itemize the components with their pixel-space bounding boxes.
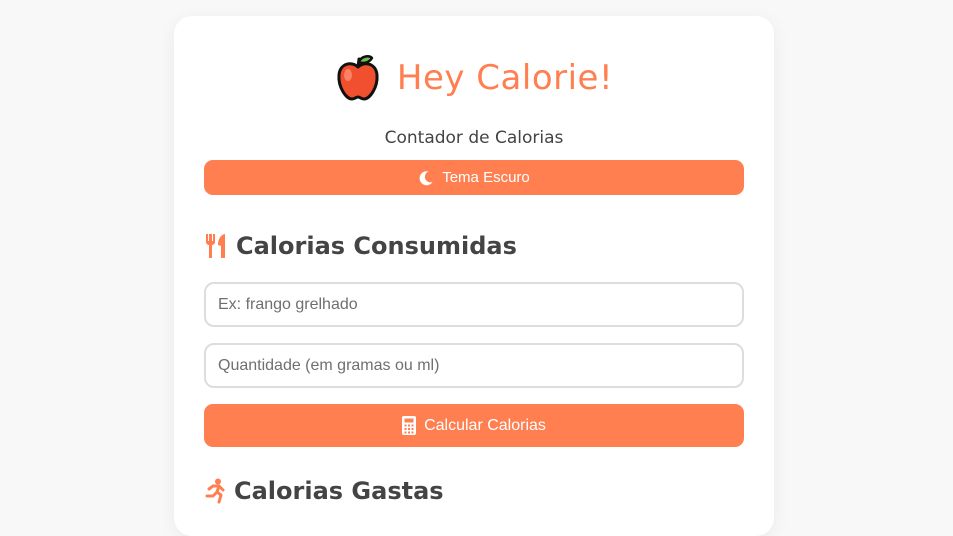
burned-section-title: Calorias Gastas (204, 476, 744, 506)
theme-toggle-button[interactable]: Tema Escuro (204, 160, 744, 195)
app-header: Hey Calorie! (204, 52, 744, 104)
app-subtitle: Contador de Calorias (384, 128, 564, 148)
theme-toggle-label: Tema Escuro (442, 169, 530, 186)
app-title: Hey Calorie! (396, 58, 614, 98)
calculate-calories-button[interactable]: Calcular Calorias (204, 404, 744, 447)
calculate-button-label: Calcular Calorias (424, 416, 546, 434)
apple-icon (335, 54, 381, 102)
consumed-section-label: Calorias Consumidas (236, 232, 517, 260)
fork-knife-icon (204, 233, 228, 259)
moon-icon (418, 170, 434, 186)
main-card: Hey Calorie! Contador de Calorias Tema E… (174, 16, 774, 536)
burned-section-label: Calorias Gastas (234, 477, 444, 505)
calculator-icon (402, 416, 417, 435)
quantity-input[interactable] (204, 343, 744, 388)
consumed-section-title: Calorias Consumidas (204, 231, 744, 261)
food-input[interactable] (204, 282, 744, 327)
running-person-icon (204, 478, 226, 504)
